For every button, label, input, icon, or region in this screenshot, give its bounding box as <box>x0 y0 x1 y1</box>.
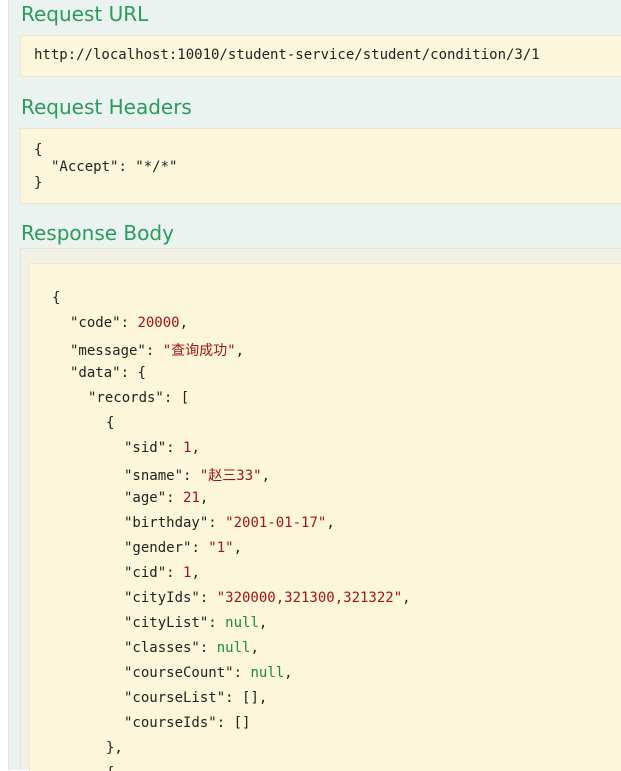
json-line: }, <box>106 740 123 756</box>
json-line: "code": 20000, <box>70 315 189 331</box>
request-headers-box: { "Accept": "*/*" } <box>20 128 621 204</box>
headers-accept-value: "*/*" <box>135 159 178 175</box>
request-headers-title: Request Headers <box>21 95 192 119</box>
json-line: "gender": "1", <box>124 540 243 556</box>
json-line: { <box>106 765 114 771</box>
json-line: "sname": "赵三33", <box>124 468 271 484</box>
json-line: "cid": 1, <box>124 565 200 581</box>
request-url-text[interactable]: http://localhost:10010/student-service/s… <box>34 47 540 63</box>
headers-open-brace: { <box>34 142 43 158</box>
json-line: "cityIds": "320000,321300,321322", <box>124 590 411 606</box>
json-line: "message": "查询成功", <box>70 343 245 359</box>
json-line: "birthday": "2001-01-17", <box>124 515 335 531</box>
json-line: "data": { <box>70 365 146 381</box>
json-line: "courseCount": null, <box>124 665 293 681</box>
json-line: "cityList": null, <box>124 615 268 631</box>
response-body-title: Response Body <box>21 221 174 245</box>
json-line: "classes": null, <box>124 640 259 656</box>
response-body-code[interactable]: { "code": 20000, "message": "查询成功", "dat… <box>29 263 621 771</box>
json-line: "courseList": [], <box>124 690 268 706</box>
json-line: { <box>52 290 61 306</box>
request-url-title: Request URL <box>21 2 149 26</box>
json-line: "age": 21, <box>124 490 209 506</box>
json-line: "records": [ <box>88 390 190 406</box>
headers-close-brace: } <box>34 175 43 191</box>
json-line: { <box>106 415 115 431</box>
request-url-box: http://localhost:10010/student-service/s… <box>20 35 621 77</box>
headers-accept-key: "Accept" <box>51 159 119 175</box>
json-line: "courseIds": [] <box>124 715 251 731</box>
response-body-wrapper: { "code": 20000, "message": "查询成功", "dat… <box>20 248 621 771</box>
json-line: "sid": 1, <box>124 440 200 456</box>
headers-accept-line: "Accept": "*/*" <box>51 159 178 175</box>
